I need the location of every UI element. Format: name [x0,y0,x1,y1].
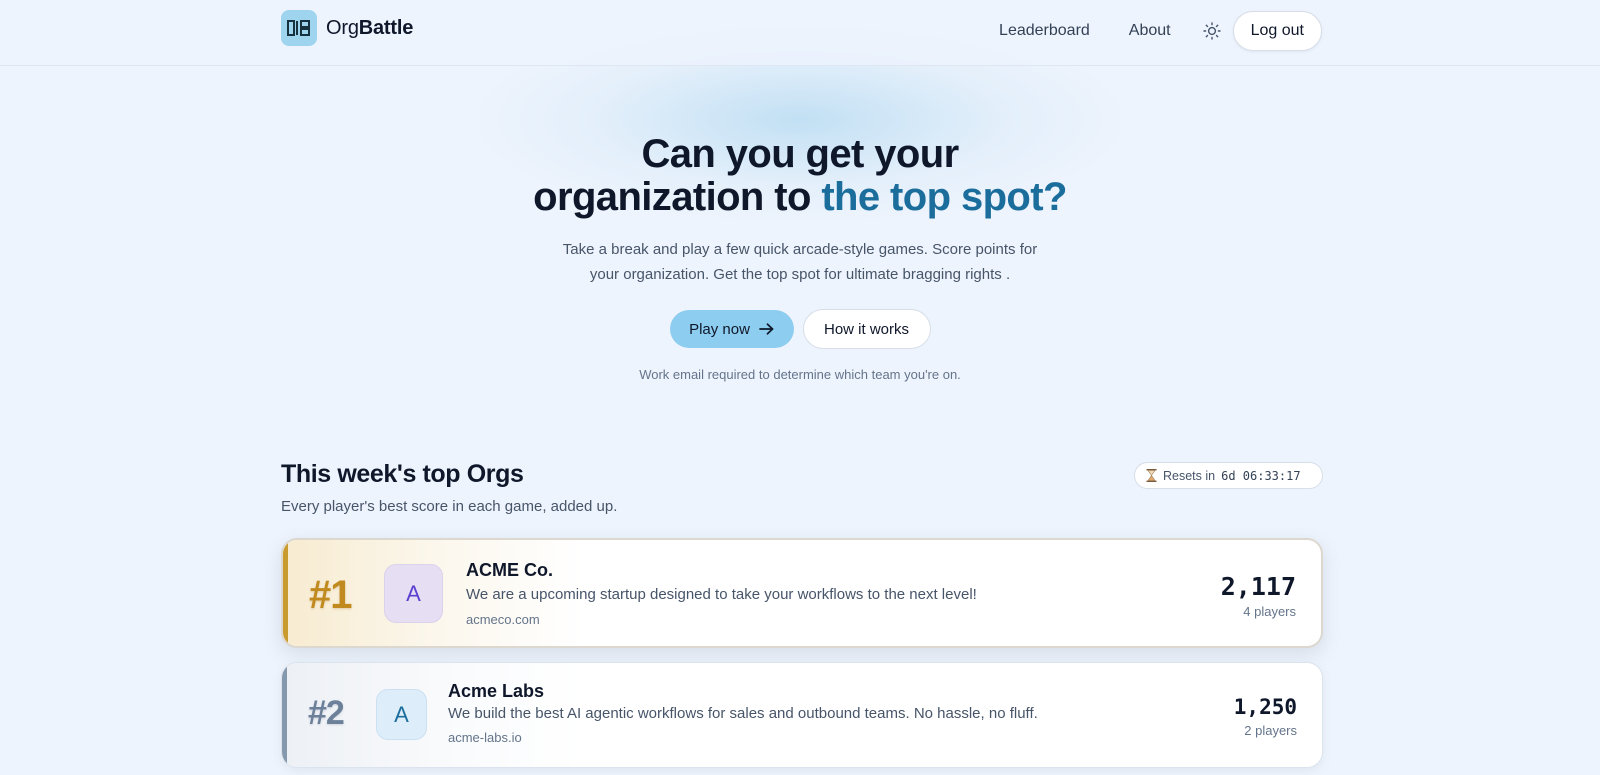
leaderboard-subtitle: Every player's best score in each game, … [281,498,618,515]
hero-title-line2: organization to [533,175,822,219]
main-nav: Leaderboard About Log out [999,11,1322,51]
org-avatar: A [384,564,443,623]
logo[interactable]: OrgBattle [281,10,413,46]
org-name: Acme Labs [448,681,545,701]
org-avatar: A [376,689,427,740]
logout-button[interactable]: Log out [1232,11,1322,51]
logo-text: OrgBattle [326,16,414,39]
rank-number: #2 [308,694,345,732]
hero-title-line1: Can you get your [641,132,959,176]
how-it-works-button[interactable]: How it works [802,309,931,349]
org-description: We build the best AI agentic workflows f… [448,705,1038,722]
org-player-count: 2 players [1244,723,1297,738]
org-score: 2,117 [1220,572,1296,601]
hero-section: Can you get your organization to the top… [0,133,1600,383]
reset-countdown: 6d 06:33:17 [1221,468,1301,483]
play-now-button[interactable]: Play now [669,310,794,348]
nav-about-link[interactable]: About [1129,22,1171,40]
play-now-label: Play now [689,320,750,338]
reset-label: Resets in [1163,468,1216,483]
hero-title: Can you get your organization to the top… [0,133,1600,219]
org-score: 1,250 [1233,695,1297,719]
org-card-rank-1[interactable]: #1 A ACME Co. We are a upcoming startup … [281,538,1323,648]
work-email-note: Work email required to determine which t… [639,367,961,382]
org-domain: acme-labs.io [448,730,522,745]
org-description: We are a upcoming startup designed to ta… [466,586,977,603]
hero-title-accent: the top spot? [821,175,1067,219]
rank-number: #1 [309,573,352,617]
rank-1-accent-bar [283,540,288,646]
leaderboard-title: This week's top Orgs [281,460,524,488]
hero-subtitle: Take a break and play a few quick arcade… [562,241,1038,283]
orgbattle-logo-icon [281,10,317,46]
org-name: ACME Co. [466,560,553,580]
org-card-rank-2[interactable]: #2 A Acme Labs We build the best AI agen… [281,662,1323,768]
hero-cta-group: Play now How it works [0,309,1600,349]
org-player-count: 4 players [1243,604,1296,619]
rank-2-accent-bar [282,663,287,767]
top-nav-bar: OrgBattle Leaderboard About Log out [0,0,1600,66]
arrow-right-icon [759,323,774,335]
reset-timer-badge: Resets in 6d 06:33:17 [1134,462,1323,489]
org-domain: acmeco.com [466,612,540,627]
nav-leaderboard-link[interactable]: Leaderboard [999,22,1090,40]
hourglass-icon [1146,469,1157,482]
sun-icon[interactable] [1201,20,1223,42]
